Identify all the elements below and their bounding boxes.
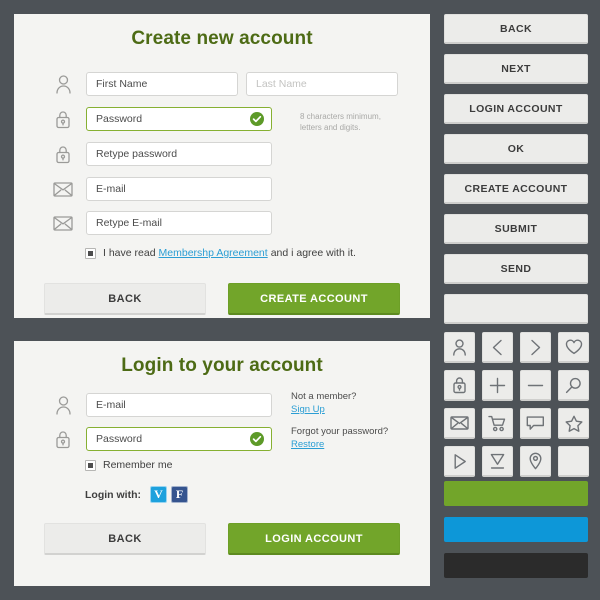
icon-tile-favorite[interactable] [558,332,589,363]
user-icon [50,392,76,418]
rail-button-create-account[interactable]: CREATE ACCOUNT [444,174,588,204]
icon-tile-next[interactable] [520,332,551,363]
swatch-green[interactable] [444,481,588,506]
envelope-icon [450,416,469,430]
play-icon [452,453,468,470]
retype-email-row: Retype E-mail [50,210,272,236]
first-name-input[interactable]: First Name [86,72,238,96]
star-icon [565,415,583,432]
icon-tile-play[interactable] [444,446,475,477]
user-icon [452,338,467,356]
name-row: First Name Last Name [50,71,398,97]
icon-tile-chat[interactable] [520,408,551,439]
sign-up-link[interactable]: Sign Up [291,404,356,417]
signup-panel: Create new account First Name Last Name [14,14,430,318]
icon-tile-blank[interactable] [558,446,589,477]
remember-me-row[interactable]: Remember me [85,459,172,471]
chevron-left-icon [491,339,504,356]
login-email-row: E-mail [50,392,272,418]
agreement-suffix: and i agree with it. [270,247,356,259]
password-hint: 8 characters minimum, letters and digits… [300,112,381,132]
email-row: E-mail [50,176,272,202]
heart-icon [565,339,583,355]
icon-tile-download[interactable] [482,446,513,477]
valid-check-icon [250,432,264,446]
download-icon [489,453,506,470]
search-icon [565,377,582,394]
login-account-button[interactable]: LOGIN ACCOUNT [228,523,400,555]
retype-email-input[interactable]: Retype E-mail [86,211,272,235]
login-email-input[interactable]: E-mail [86,393,272,417]
lock-icon [452,376,467,394]
restore-link[interactable]: Restore [291,439,388,452]
login-back-button[interactable]: BACK [44,523,206,555]
last-name-input[interactable]: Last Name [246,72,398,96]
icon-tile-search[interactable] [558,370,589,401]
swatch-dark[interactable] [444,553,588,578]
email-input[interactable]: E-mail [86,177,272,201]
plus-icon [489,377,506,394]
signup-title: Create new account [131,28,313,49]
lock-icon [50,106,76,132]
lock-icon [50,426,76,452]
envelope-icon [50,176,76,202]
remember-me-checkbox[interactable] [85,459,96,471]
icon-tile-cart[interactable] [482,408,513,439]
rail-button-send[interactable]: SEND [444,254,588,284]
agreement-row[interactable]: I have read Membershp Agreement and i ag… [85,247,356,259]
rail-button-next[interactable]: NEXT [444,54,588,84]
password-input-value: Password [96,113,143,125]
vk-icon[interactable]: V [149,486,167,503]
chevron-right-icon [529,339,542,356]
agreement-checkbox[interactable] [85,247,96,259]
user-icon [50,71,76,97]
icon-tile-mail[interactable] [444,408,475,439]
forgot-password-label: Forgot your password? [291,426,389,437]
valid-check-icon [250,112,264,126]
rail-button-login-account[interactable]: LOGIN ACCOUNT [444,94,588,124]
membership-agreement-link[interactable]: Membershp Agreement [159,247,268,259]
icon-tile-user[interactable] [444,332,475,363]
icon-tile-previous[interactable] [482,332,513,363]
chat-icon [526,415,545,431]
lock-icon [50,141,76,167]
login-password-input[interactable]: Password [86,427,272,451]
cart-icon [488,415,507,432]
rail-button-submit[interactable]: SUBMIT [444,214,588,244]
login-password-row: Password [50,426,272,452]
icon-tile-location[interactable] [520,446,551,477]
login-password-value: Password [96,433,143,445]
envelope-icon [50,210,76,236]
not-member-note: Not a member? Sign Up [291,391,356,417]
social-login-row: Login with: V F [85,486,192,503]
password-row: Password [50,106,272,132]
icon-tile-add[interactable] [482,370,513,401]
ui-kit-canvas: Create new account First Name Last Name [0,0,600,600]
icon-tile-remove[interactable] [520,370,551,401]
remember-me-label: Remember me [103,459,173,471]
icon-tile-lock[interactable] [444,370,475,401]
not-member-label: Not a member? [291,391,357,402]
pin-icon [528,452,543,470]
create-account-button[interactable]: CREATE ACCOUNT [228,283,400,315]
rail-button-blank[interactable] [444,294,588,324]
login-panel: Login to your account E-mail Password No… [14,341,430,586]
password-input[interactable]: Password [86,107,272,131]
retype-password-input[interactable]: Retype password [86,142,272,166]
icon-tile-star[interactable] [558,408,589,439]
swatch-blue[interactable] [444,517,588,542]
rail-button-back[interactable]: BACK [444,14,588,44]
facebook-icon[interactable]: F [170,486,188,503]
rail-button-ok[interactable]: OK [444,134,588,164]
signup-back-button[interactable]: BACK [44,283,206,315]
retype-password-row: Retype password [50,141,272,167]
agreement-prefix: I have read [103,247,156,259]
login-title: Login to your account [121,355,323,376]
login-with-label: Login with: [85,488,141,501]
minus-icon [527,377,544,394]
forgot-password-note: Forgot your password? Restore [291,426,388,452]
